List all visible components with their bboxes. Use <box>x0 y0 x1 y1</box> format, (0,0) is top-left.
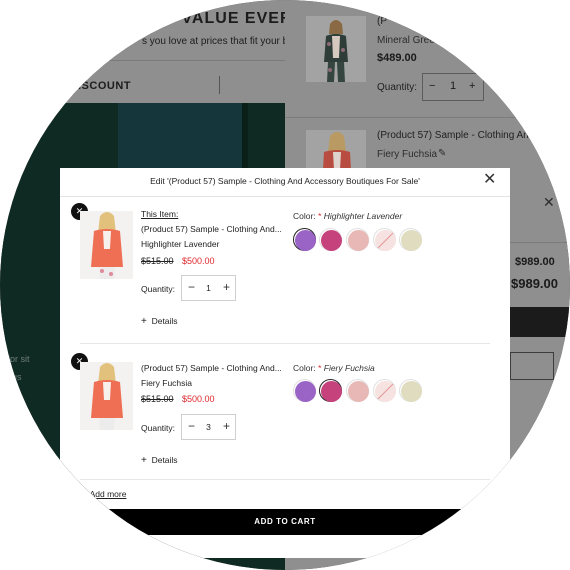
swatch-sage[interactable] <box>399 228 422 251</box>
cart-item-price: $489.00 <box>377 52 417 64</box>
woman-coral-blazer-photo <box>80 362 133 430</box>
color-prefix: Color: <box>293 363 316 373</box>
swatch-sold-out[interactable] <box>373 379 396 402</box>
sold-out-slash-icon <box>377 232 394 249</box>
divider <box>510 242 570 243</box>
cart-subtotal: $989.00 <box>515 256 555 268</box>
quantity-label: Quantity: <box>141 423 176 433</box>
compare-price: $515.00 <box>141 256 174 266</box>
checkout-button[interactable] <box>510 307 570 337</box>
required-mark: * <box>318 363 322 373</box>
swatch-fill <box>321 381 342 402</box>
plus-icon: + <box>79 489 85 500</box>
details-label: Details <box>151 455 178 465</box>
cart-quantity-stepper[interactable]: − 1 + <box>422 73 484 101</box>
swatch-blush[interactable] <box>346 379 369 402</box>
cart-total: $989.00 <box>511 276 558 291</box>
details-label: Details <box>151 316 178 326</box>
swatch-fill <box>401 230 422 251</box>
sale-price: $500.00 <box>182 256 215 266</box>
woman-coral-blazer-photo <box>80 211 133 279</box>
swatch-fill <box>295 230 316 251</box>
edit-item-modal: Edit '(Product 57) Sample - Clothing And… <box>60 168 510 558</box>
swatch-lavender[interactable] <box>293 228 316 251</box>
details-toggle[interactable]: + Details <box>141 316 178 327</box>
color-label: Color: * Highlighter Lavender <box>293 211 402 221</box>
banner-panel-edge <box>242 103 248 173</box>
hero-title: NG VALUE EVERY <box>150 10 304 27</box>
add-more-label: Add more <box>89 489 127 499</box>
divider <box>80 479 490 480</box>
sold-out-slash-icon <box>377 383 394 400</box>
details-toggle[interactable]: + Details <box>141 455 178 466</box>
add-more-link[interactable]: + Add more <box>79 489 126 500</box>
plus-icon: + <box>141 316 147 327</box>
cart-item-name[interactable]: (P <box>377 16 387 27</box>
cart-item-name[interactable]: (Product 57) Sample - Clothing And... <box>377 130 543 141</box>
color-label: Color: * Fiery Fuchsia <box>293 363 375 373</box>
view-cart-button[interactable] <box>510 352 554 380</box>
swatch-fill <box>375 381 396 402</box>
swatch-fuchsia[interactable] <box>319 379 342 402</box>
swatch-lavender[interactable] <box>293 379 316 402</box>
banner-text: lor sit <box>8 354 30 364</box>
divider <box>219 76 220 94</box>
cart-item-variant: Mineral Gree <box>377 35 435 46</box>
swatch-fill <box>375 230 396 251</box>
swatch-fill <box>348 381 369 402</box>
minus-icon[interactable]: − <box>429 80 435 92</box>
divider <box>80 343 490 344</box>
swatch-sage[interactable] <box>399 379 422 402</box>
divider <box>285 117 570 118</box>
swatch-fuchsia[interactable] <box>319 228 342 251</box>
modal-item-name: (Product 57) Sample - Clothing And... <box>141 224 282 234</box>
close-icon[interactable]: ✕ <box>543 194 555 211</box>
plus-icon[interactable]: + <box>469 80 475 92</box>
swatch-fill <box>401 381 422 402</box>
banner-panel <box>118 103 243 173</box>
selected-color-name: Fiery Fuchsia <box>323 363 375 373</box>
quantity-stepper[interactable]: − 3 + <box>181 414 236 440</box>
required-mark: * <box>318 211 322 221</box>
divider <box>0 60 285 61</box>
swatch-fill <box>348 230 369 251</box>
cart-quantity-label: Quantity: <box>377 82 418 93</box>
this-item-label: This Item: <box>141 209 179 219</box>
cart-quantity-value: 1 <box>450 80 457 92</box>
modal-item-variant: Highlighter Lavender <box>141 239 220 249</box>
hero-subtitle: s you love at prices that fit your budg <box>142 36 305 47</box>
plus-icon: + <box>141 455 147 466</box>
add-to-cart-button[interactable]: ADD TO CART <box>80 509 490 535</box>
screenshot-stage: NG VALUE EVERY s you love at prices that… <box>0 0 570 570</box>
close-icon[interactable]: ✕ <box>483 171 496 189</box>
color-prefix: Color: <box>293 211 316 221</box>
woman-floral-jacket-photo <box>306 16 366 82</box>
sale-price: $500.00 <box>182 394 215 404</box>
banner-text: ius <box>10 372 22 382</box>
plus-icon[interactable]: + <box>223 419 230 433</box>
swatch-sold-out[interactable] <box>373 228 396 251</box>
modal-item-name: (Product 57) Sample - Clothing And... <box>141 363 282 373</box>
cart-item-variant: Fiery Fuchsia <box>377 149 438 160</box>
pencil-edit-icon[interactable]: ✎ <box>438 148 446 159</box>
modal-item-variant: Fiery Fuchsia <box>141 378 193 388</box>
nav-discount-link[interactable]: ISCOUNT <box>78 80 131 92</box>
modal-header: Edit '(Product 57) Sample - Clothing And… <box>60 168 510 197</box>
selected-color-name: Highlighter Lavender <box>323 211 403 221</box>
quantity-stepper[interactable]: − 1 + <box>181 275 236 301</box>
swatch-fill <box>321 230 342 251</box>
plus-icon[interactable]: + <box>223 280 230 294</box>
quantity-label: Quantity: <box>141 284 176 294</box>
modal-title: Edit '(Product 57) Sample - Clothing And… <box>150 176 420 186</box>
compare-price: $515.00 <box>141 394 174 404</box>
swatch-fill <box>295 381 316 402</box>
circular-frame: NG VALUE EVERY s you love at prices that… <box>0 0 570 570</box>
swatch-blush[interactable] <box>346 228 369 251</box>
